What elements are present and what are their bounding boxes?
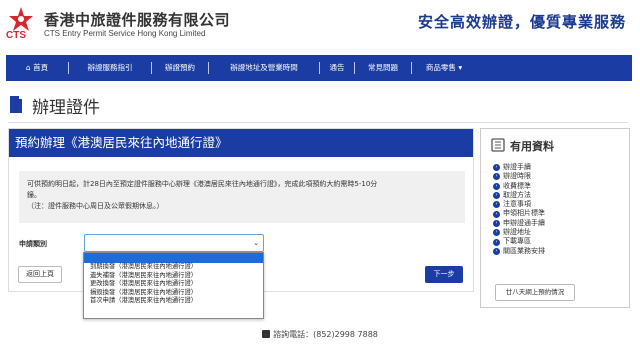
sidebar-link-collection[interactable]: › 取證方法 [493,191,545,200]
application-type-select[interactable]: ⌄ [84,234,264,252]
arrow-right-icon: › [493,201,500,209]
phone-icon [262,330,271,338]
home-icon: ⌂ [25,63,31,72]
panel-title: 預約辦理《港澳居民來往內地通行證》 [9,129,473,157]
dropdown-option-blank[interactable] [84,253,263,263]
arrow-right-icon: › [493,182,500,190]
cts-star-logo-icon[interactable] [8,6,34,32]
page-title: 辦理證件 [32,98,100,118]
sidebar-link-label: 下載專區 [503,237,531,246]
arrow-right-icon: › [493,164,500,172]
sidebar-link-processing-time[interactable]: › 辦證時限 [493,172,545,181]
sidebar-link-procedures[interactable]: › 辦證手續 [493,163,545,172]
sidebar-link-label: 辦證手續 [503,163,531,171]
nav-item-faq[interactable]: 常見問題 [355,55,411,81]
company-name-english: CTS Entry Permit Service Hong Kong Limit… [44,29,206,38]
company-name-chinese: 香港中旅證件服務有限公司 [44,11,231,29]
logo-text: CTS [6,30,26,41]
arrow-right-icon: › [493,192,500,200]
nav-label-retail: 商品零售 [425,63,456,72]
sidebar-link-label: 收費標準 [503,181,531,190]
sidebar-links: › 辦證手續 › 辦證時限 › 收費標準 › 取證方法 › 注意事項 › 申領相片標準 › 申… [493,163,545,256]
sidebar-link-label: 取證方法 [503,190,531,199]
arrow-right-icon: › [493,210,500,218]
nav-item-retail[interactable]: 商品零售 ▾ [412,55,476,81]
slogan: 安全高效辦證，優質專業服務 [417,13,626,31]
sidebar-link-label: 申領相片標準 [503,209,545,218]
dropdown-option-damage-renewal[interactable]: 損毀換發（港澳居民來往內地通行證） [84,289,263,298]
dropdown-option-change-renewal[interactable]: 更改換發（港澳居民來往內地通行證） [84,280,263,289]
notice-line: （注：證件服務中心周日及公眾假期休息。） [27,202,164,210]
sidebar-link-label: 辦證地址 [503,228,531,237]
arrow-right-icon: › [493,219,500,227]
online-booking-status-button[interactable]: 廿八天網上預約情況 [495,284,575,301]
sidebar-link-downloads[interactable]: › 下載專區 [493,237,545,246]
arrow-right-icon: › [493,229,500,237]
book-icon [491,138,505,152]
notice-line: 可供預約明日起，計28日內至預定證件服務中心辦理《港澳居民來往內地通行證》，完成… [27,180,378,188]
next-button[interactable]: 下一步 [425,266,463,283]
arrow-right-icon: › [493,173,500,181]
footer: 諮詢電話：(852)2998 7888 [0,329,640,340]
nav-item-service-guide[interactable]: 辦證服務指引 [69,55,151,81]
document-icon [10,96,22,113]
sidebar-link-fees[interactable]: › 收費標準 [493,182,545,191]
chevron-down-icon: ⌄ [253,239,259,247]
caret-down-icon: ▾ [458,63,463,72]
sidebar-link-label: 關區業務安排 [503,246,545,255]
application-type-label: 申請類別 [19,240,47,248]
main-navbar: ⌂ 首頁 辦證服務指引 辦證預約 辦證地址及營業時間 通告 常見問題 商品零售 … [6,55,632,81]
sidebar-link-address[interactable]: › 辦證地址 [493,228,545,237]
application-type-dropdown: 到期換發（港澳居民來往內地通行證） 遺失補發（港澳居民來往內地通行證） 更改換發… [83,252,264,319]
nav-label-home: 首頁 [33,63,49,72]
sidebar-link-label: 申辦證通手續 [503,218,545,227]
useful-info-sidebar: 有用資料 › 辦證手續 › 辦證時限 › 收費標準 › 取證方法 › 注意事項 › 申領相片… [480,128,630,308]
sidebar-link-permit-procedures[interactable]: › 申辦證通手續 [493,219,545,228]
sidebar-title: 有用資料 [510,140,554,153]
nav-item-address-hours[interactable]: 辦證地址及營業時間 [209,55,319,81]
dropdown-option-lost-replacement[interactable]: 遺失補發（港澳居民來往內地通行證） [84,272,263,281]
nav-item-home[interactable]: ⌂ 首頁 [6,55,68,81]
arrow-right-icon: › [493,247,500,255]
sidebar-link-label: 辦證時限 [503,172,531,181]
sidebar-link-photo-standard[interactable]: › 申領相片標準 [493,209,545,218]
site-header: CTS 香港中旅證件服務有限公司 CTS Entry Permit Servic… [0,0,640,52]
notice-box: 可供預約明日起，計28日內至預定證件服務中心辦理《港澳居民來往內地通行證》，完成… [19,171,465,223]
page-title-section: 辦理證件 [8,93,628,123]
dropdown-option-first-application[interactable]: 首次申請（港澳居民來往內地通行證） [84,297,263,306]
notice-line: 鐘。 [27,191,41,199]
hotline-text: 諮詢電話：(852)2998 7888 [273,330,378,339]
back-button[interactable]: 返回上頁 [18,266,62,283]
dropdown-option-expiry-renewal[interactable]: 到期換發（港澳居民來往內地通行證） [84,263,263,272]
sidebar-link-customs[interactable]: › 關區業務安排 [493,247,545,256]
nav-item-notices[interactable]: 通告 [320,55,354,81]
nav-item-appointment[interactable]: 辦證預約 [152,55,208,81]
arrow-right-icon: › [493,238,500,246]
